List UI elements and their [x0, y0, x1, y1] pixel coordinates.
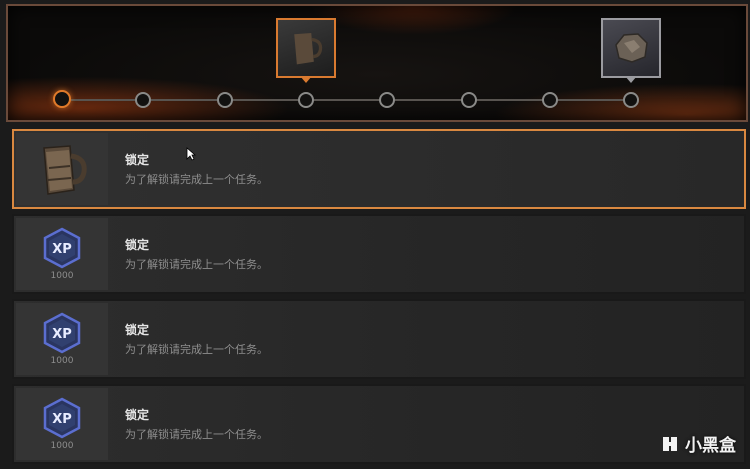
progress-node[interactable]	[623, 92, 640, 108]
watermark: 小黑盒	[660, 431, 736, 456]
tile-pointer	[299, 76, 312, 83]
reward-thumb: XP 1000	[16, 218, 108, 290]
quest-title: 锁定	[125, 408, 150, 422]
xp-amount: 1000	[50, 356, 74, 366]
progress-node[interactable]	[379, 92, 396, 108]
quest-row[interactable]: 锁定 为了解锁请完成上一个任务。	[12, 129, 746, 209]
quest-row[interactable]: XP 1000 锁定 为了解锁请完成上一个任务。	[12, 384, 746, 464]
xp-label: XP	[52, 412, 72, 427]
quest-description: 为了解锁请完成上一个任务。	[125, 258, 268, 271]
tile-pointer	[625, 76, 638, 83]
progress-node[interactable]	[216, 92, 233, 108]
xp-amount: 1000	[50, 441, 74, 451]
reward-thumb	[16, 133, 108, 205]
xp-badge-icon: XP	[43, 312, 81, 354]
reward-thumb: XP 1000	[16, 303, 108, 375]
progress-node[interactable]	[460, 92, 477, 108]
mug-icon	[43, 145, 87, 195]
quest-description: 为了解锁请完成上一个任务。	[125, 173, 268, 186]
heybox-logo-icon	[663, 436, 677, 451]
quest-title: 锁定	[125, 238, 150, 252]
watermark-text: 小黑盒	[685, 436, 736, 456]
milestone-reward-tile[interactable]	[275, 18, 336, 78]
xp-label: XP	[52, 327, 72, 342]
mug-icon	[294, 32, 323, 65]
reward-thumb: XP 1000	[16, 388, 108, 460]
xp-label: XP	[52, 242, 72, 257]
xp-badge-icon: XP	[43, 227, 81, 269]
quest-list: 锁定 为了解锁请完成上一个任务。 XP 1000 锁定 为了解锁请完成上一个任务…	[12, 129, 746, 469]
xp-badge-icon: XP	[43, 397, 81, 439]
quest-progress-banner	[6, 4, 748, 122]
quest-row[interactable]: XP 1000 锁定 为了解锁请完成上一个任务。	[12, 299, 746, 379]
quest-description: 为了解锁请完成上一个任务。	[125, 343, 268, 356]
progress-node[interactable]	[541, 92, 558, 108]
quest-title: 锁定	[125, 153, 150, 167]
milestone-reward-tile[interactable]	[601, 18, 662, 78]
mouse-cursor-icon	[186, 147, 196, 161]
quest-row[interactable]: XP 1000 锁定 为了解锁请完成上一个任务。	[12, 214, 746, 294]
progress-node[interactable]	[297, 92, 314, 108]
quest-description: 为了解锁请完成上一个任务。	[125, 428, 268, 441]
xp-amount: 1000	[50, 271, 74, 281]
progress-node[interactable]	[135, 92, 152, 108]
ore-chunk-icon	[615, 33, 648, 63]
progress-node[interactable]	[53, 90, 71, 108]
quest-title: 锁定	[125, 323, 150, 337]
